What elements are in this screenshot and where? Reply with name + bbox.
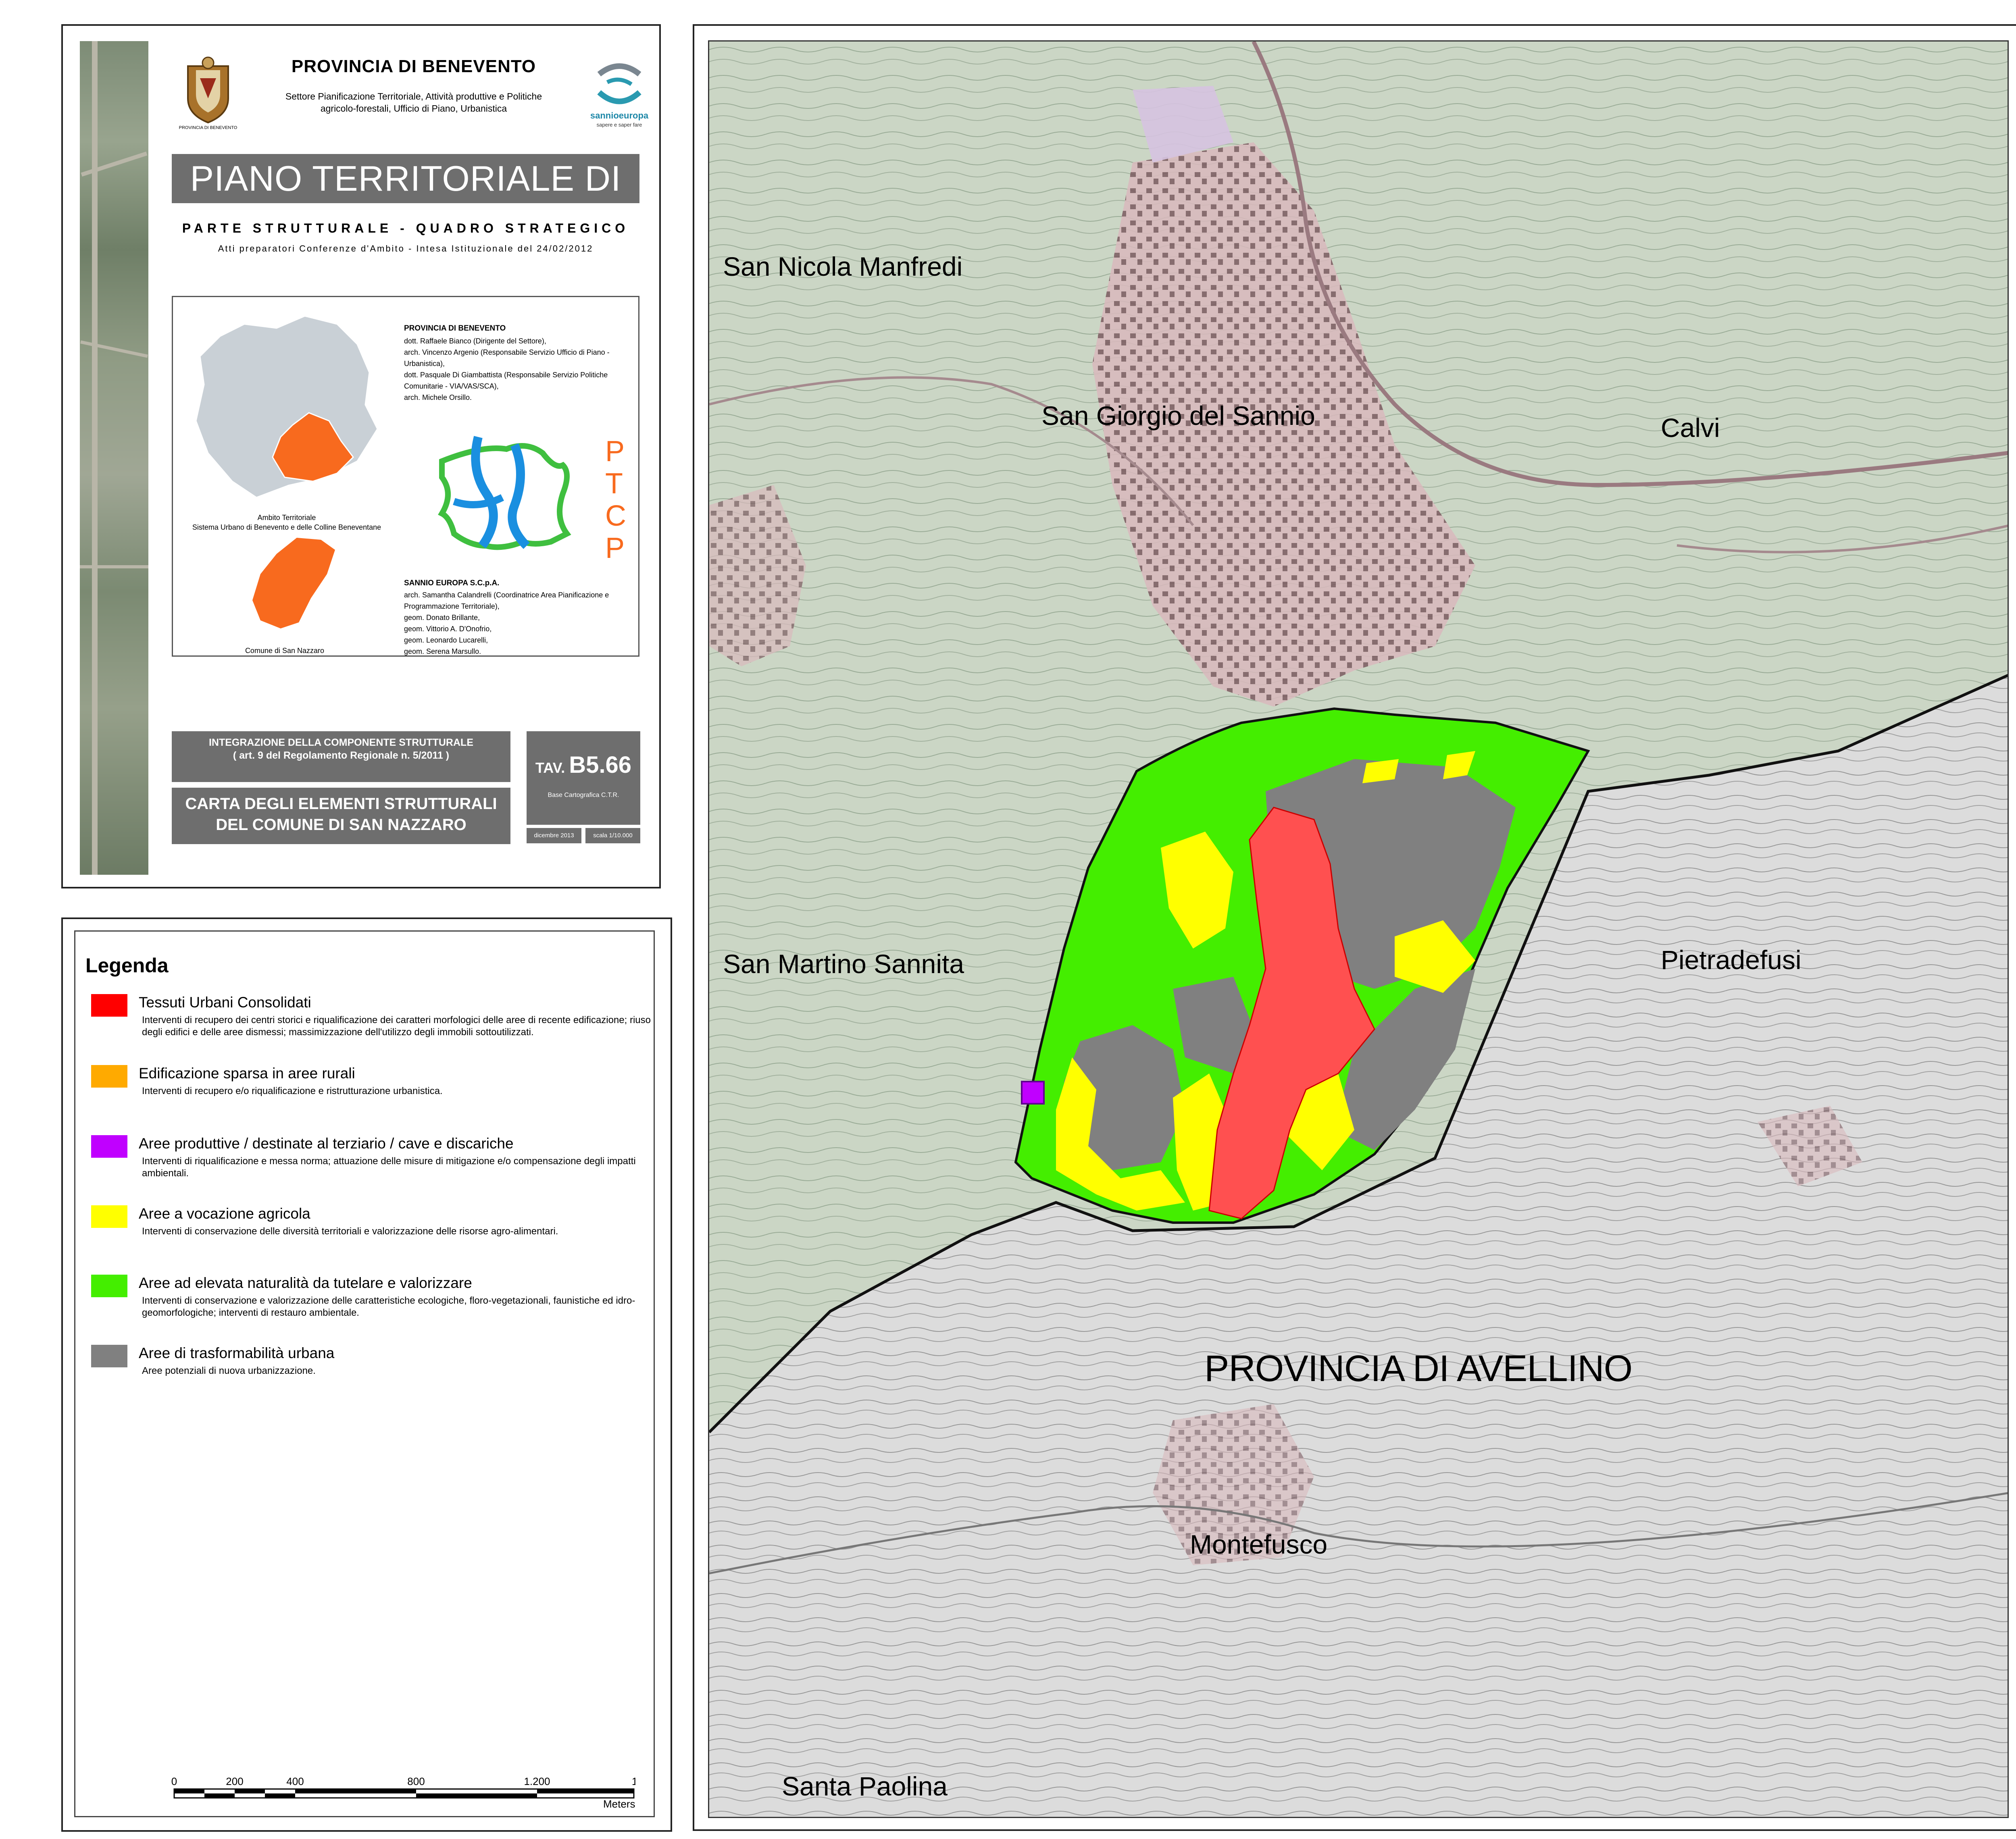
place-label-san-giorgio-del-sannio: San Giorgio del Sannio <box>1041 401 1315 431</box>
legend-swatch <box>91 1345 127 1367</box>
sannio-europa-logo: sannioeuropa sapere e saper fare <box>590 63 649 128</box>
place-label-san-nicola-manfredi: San Nicola Manfredi <box>723 252 963 281</box>
legend-description: Interventi di recupero e/o riqualificazi… <box>142 1086 443 1096</box>
provincia-credits-list: dott. Raffaele Bianco (Dirigente del Set… <box>404 337 610 402</box>
sheet-date: dicembre 2013 <box>527 828 581 843</box>
legend-label: Aree a vocazione agricola <box>139 1205 310 1222</box>
scale-tick-400: 400 <box>286 1775 304 1787</box>
legend-label: Aree di trasformabilità urbana <box>139 1345 335 1361</box>
sheet-title-box: CARTA DEGLI ELEMENTI STRUTTURALI DEL COM… <box>172 788 510 844</box>
organization-title: PROVINCIA DI BENEVENTO <box>291 56 536 76</box>
scale-tick-1600: 1.600 <box>632 1775 635 1787</box>
plan-part-heading: PARTE STRUTTURALE - QUADRO STRATEGICO <box>182 221 629 235</box>
ambito-caption: Ambito Territoriale Sistema Urbano di Be… <box>192 514 381 531</box>
integration-note-box: INTEGRAZIONE DELLA COMPONENTE STRUTTURAL… <box>172 731 510 782</box>
legend-label: Edificazione sparsa in aree rurali <box>139 1065 355 1082</box>
legend-description: Interventi di conservazione delle divers… <box>142 1226 558 1237</box>
comune-san-nazzaro-map <box>252 538 335 628</box>
place-label-pietradefusi: Pietradefusi <box>1661 945 1801 975</box>
plan-title-banner: PIANO TERRITORIALE DI COORDINAMENTO PROV… <box>172 154 639 297</box>
legend-swatch <box>91 1065 127 1088</box>
sheet-number-box: TAV. B5.66 Base Cartografica C.T.R. <box>527 731 640 825</box>
ptcp-letter-p: P <box>605 435 625 468</box>
place-label-san-martino-sannita: San Martino Sannita <box>723 949 964 979</box>
legend-label: Tessuti Urbani Consolidati <box>139 994 311 1011</box>
place-label-santa-paolina: Santa Paolina <box>782 1771 948 1801</box>
ambito-territoriale-map <box>195 315 378 498</box>
place-label-montefusco: Montefusco <box>1190 1529 1328 1559</box>
scale-tick-1200: 1.200 <box>524 1775 550 1787</box>
provincia-credits-heading: PROVINCIA DI BENEVENTO <box>404 324 506 333</box>
scale-unit: Meters <box>603 1798 635 1810</box>
legend-title: Legenda <box>85 954 169 977</box>
place-label-provincia-di-avellino: PROVINCIA DI AVELLINO <box>1204 1348 1633 1389</box>
logo-text: sannioeuropa <box>590 110 649 121</box>
scale-tick-200: 200 <box>226 1775 243 1787</box>
ptcp-letter-t: T <box>605 468 623 500</box>
comune-caption: Comune di San Nazzaro <box>245 647 325 655</box>
map-frame: San Nicola Manfredi San Giorgio del Sann… <box>708 40 2009 1818</box>
legend-swatch <box>91 1205 127 1228</box>
sannio-credits-list: arch. Samantha Calandrelli (Coordinatric… <box>404 591 609 655</box>
legend-swatch <box>91 994 127 1017</box>
map-panel: San Nicola Manfredi San Giorgio del Sann… <box>693 24 2016 1831</box>
legend-description: Interventi di riqualificazione e messa n… <box>142 1156 636 1179</box>
title-block-panel: PROVINCIA DI BENEVENTO PROVINCIA DI BENE… <box>61 24 661 888</box>
sannio-credits-heading: SANNIO EUROPA S.C.p.A. <box>404 579 500 587</box>
legend-swatch <box>91 1135 127 1158</box>
scale-tick-800: 800 <box>407 1775 425 1787</box>
legend-description: Interventi di conservazione e valorizzaz… <box>142 1295 635 1318</box>
organization-subtitle: Settore Pianificazione Territoriale, Att… <box>285 91 542 114</box>
logo-tagline: sapere e saper fare <box>597 122 642 128</box>
legend-description: Aree potenziali di nuova urbanizzazione. <box>142 1365 316 1376</box>
ptcp-letter-p2: P <box>605 532 625 564</box>
ptcp-logo: P T C P <box>438 435 626 564</box>
satellite-photo-strip <box>80 41 148 875</box>
provincia-coat-of-arms-logo: PROVINCIA DI BENEVENTO <box>179 56 237 130</box>
base-cartografica: Base Cartografica C.T.R. <box>548 792 619 799</box>
tav-prefix: TAV. <box>535 759 565 776</box>
tav-number: B5.66 <box>569 752 632 778</box>
legend-description: Interventi di recupero dei centri storic… <box>142 1015 651 1038</box>
legend-swatch <box>91 1275 127 1297</box>
sheet-scale: scala 1/10.000 <box>585 828 640 843</box>
scale-tick-0: 0 <box>171 1775 177 1787</box>
scale-bar: 0 200 400 800 1.200 1.600 <box>171 1775 635 1799</box>
logo-caption: PROVINCIA DI BENEVENTO <box>179 125 237 130</box>
legend-label: Aree produttive / destinate al terziario… <box>139 1135 514 1152</box>
legend-label: Aree ad elevata naturalità da tutelare e… <box>139 1275 472 1291</box>
legend-panel: Legenda Tessuti Urbani Consolidati Inter… <box>61 917 672 1832</box>
plan-atti-line: Atti preparatori Conferenze d'Ambito - I… <box>218 243 594 254</box>
ptcp-letter-c: C <box>605 500 626 532</box>
place-label-calvi: Calvi <box>1661 413 1720 443</box>
zone-aree-produttive <box>1021 1081 1045 1105</box>
map-canvas <box>709 42 2008 1817</box>
